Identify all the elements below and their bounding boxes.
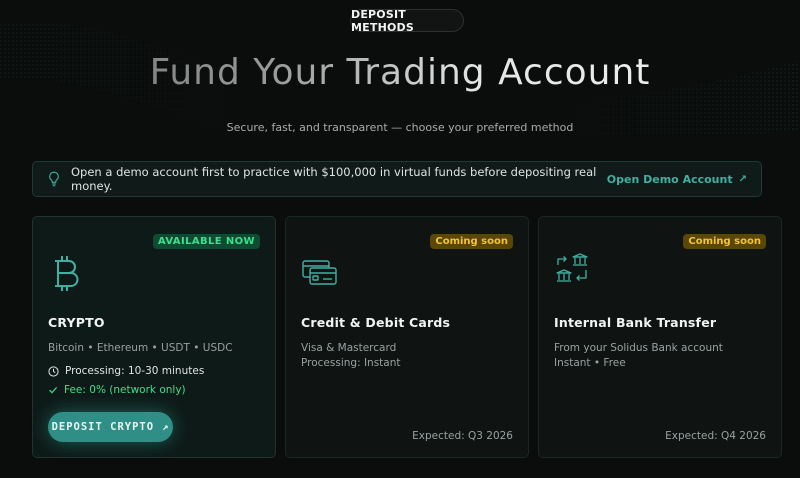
expected-date: Expected: Q3 2026 — [412, 430, 513, 442]
bank-desc-line1: From your Solidus Bank account — [554, 342, 723, 354]
clock-icon — [48, 365, 59, 377]
bank-transfer-description: From your Solidus Bank account Instant •… — [554, 341, 723, 371]
bank-desc-line2: Instant • Free — [554, 357, 626, 369]
credit-cards-icon — [302, 260, 337, 285]
expected-date: Expected: Q4 2026 — [665, 430, 766, 442]
demo-account-banner: Open a demo account first to practice wi… — [32, 161, 762, 197]
external-arrow-icon: ↗ — [162, 421, 170, 433]
page-subtitle: Secure, fast, and transparent — choose y… — [226, 121, 574, 134]
credit-debit-card-method[interactable]: Coming soon Credit & Debit Cards Visa & … — [285, 216, 529, 458]
cards-desc-line1: Visa & Mastercard — [301, 342, 397, 354]
bank-transfer-title: Internal Bank Transfer — [554, 315, 717, 330]
bank-transfer-method-card[interactable]: Coming soon Internal Bank Transfer From … — [538, 216, 782, 458]
crypto-description: Bitcoin • Ethereum • USDT • USDC — [48, 342, 233, 354]
available-now-badge: AVAILABLE NOW — [152, 234, 260, 249]
cards-title: Credit & Debit Cards — [301, 315, 451, 330]
deposit-methods-pill: DEPOSIT METHODS — [350, 8, 464, 34]
cards-desc-line2: Processing: Instant — [301, 357, 401, 369]
crypto-method-card[interactable]: AVAILABLE NOW CRYPTO Bitcoin • Ethereum … — [32, 216, 276, 458]
coming-soon-badge: Coming soon — [430, 234, 513, 249]
deposit-crypto-label: DEPOSIT CRYPTO — [51, 421, 155, 433]
bitcoin-icon — [55, 256, 79, 291]
fee-text: Fee: 0% (network only) — [64, 384, 186, 396]
bank-transfer-icon — [556, 253, 588, 282]
cards-description: Visa & Mastercard Processing: Instant — [301, 341, 401, 371]
processing-row: Processing: 10-30 minutes — [48, 365, 204, 377]
external-arrow-icon: ↗ — [738, 173, 747, 185]
processing-text: Processing: 10-30 minutes — [65, 365, 205, 377]
fee-row: Fee: 0% (network only) — [48, 384, 186, 396]
lightbulb-icon — [49, 171, 59, 187]
crypto-title: CRYPTO — [48, 315, 105, 330]
page-title: Fund Your Trading Account — [0, 52, 800, 93]
demo-banner-message: Open a demo account first to practice wi… — [71, 165, 597, 193]
open-demo-account-label: Open Demo Account — [606, 172, 733, 186]
coming-soon-badge: Coming soon — [683, 234, 766, 249]
deposit-crypto-button[interactable]: DEPOSIT CRYPTO ↗ — [48, 412, 173, 442]
open-demo-account-link[interactable]: Open Demo Account ↗ — [607, 173, 747, 186]
check-icon — [49, 387, 58, 394]
